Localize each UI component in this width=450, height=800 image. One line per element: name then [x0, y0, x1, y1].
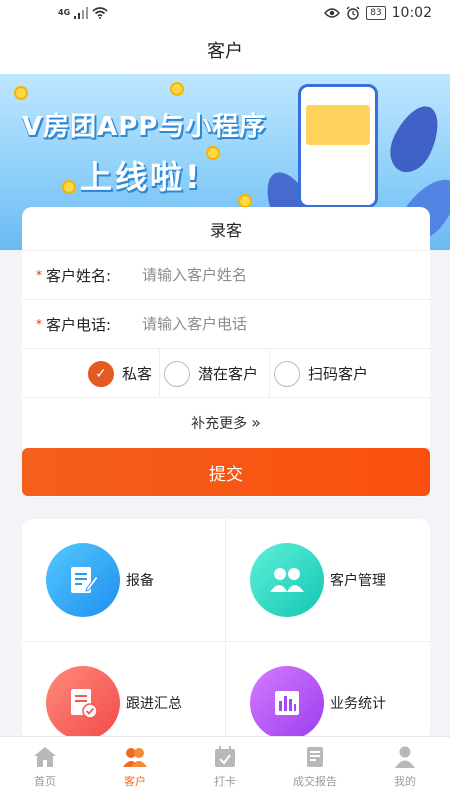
- status-bar: 4G 83 10:02: [0, 0, 450, 26]
- radio-scan-customer[interactable]: 扫码客户: [274, 349, 368, 398]
- form-title: 录客: [22, 207, 430, 251]
- report-icon: [46, 543, 120, 617]
- stats-icon: [250, 666, 324, 740]
- customer-phone-input[interactable]: [142, 315, 382, 333]
- tab-customer[interactable]: 客户: [90, 737, 180, 800]
- page-title: 客户: [207, 41, 243, 62]
- banner-headline: V房团APP与小程序: [22, 112, 267, 142]
- customer-type-group: ✓ 私客 潜在客户 扫码客户: [22, 349, 430, 398]
- status-right: 83 10:02: [324, 5, 432, 21]
- divider: [269, 349, 270, 398]
- battery-level: 83: [366, 6, 386, 20]
- checked-icon: ✓: [88, 360, 114, 387]
- deal-report-icon: [307, 747, 323, 767]
- coin-decoration: [170, 82, 184, 96]
- more-label: 补充更多: [191, 415, 248, 432]
- required-mark: *: [36, 317, 42, 331]
- home-icon: [34, 747, 56, 767]
- network-type: 4G: [58, 8, 71, 17]
- profile-icon: [395, 746, 415, 768]
- customer-manage-icon: [250, 543, 324, 617]
- coin-decoration: [14, 86, 28, 100]
- tab-label: 我的: [394, 775, 416, 788]
- status-left: 4G: [58, 7, 108, 19]
- menu-label: 跟进汇总: [126, 696, 182, 712]
- tab-profile[interactable]: 我的: [360, 737, 450, 800]
- signal-icon: [74, 7, 89, 19]
- tab-label: 打卡: [214, 775, 236, 788]
- phone-screen-illustration: [306, 105, 370, 145]
- checkin-icon: [215, 746, 235, 767]
- required-mark: *: [36, 268, 42, 282]
- clock: 10:02: [391, 5, 432, 21]
- menu-label: 报备: [126, 573, 154, 589]
- more-info-link[interactable]: 补充更多 »: [22, 398, 430, 447]
- radio-private-customer[interactable]: ✓ 私客: [88, 349, 152, 398]
- tab-label: 客户: [124, 775, 146, 788]
- name-row: * 客户姓名:: [22, 251, 430, 300]
- unchecked-icon: [164, 360, 190, 387]
- radio-label: 扫码客户: [308, 365, 369, 383]
- radio-label: 潜在客户: [198, 365, 259, 383]
- radio-label: 私客: [122, 365, 153, 383]
- tab-label: 首页: [34, 775, 56, 788]
- tab-deal-report[interactable]: 成交报告: [270, 737, 360, 800]
- page-header: 客户: [0, 26, 450, 74]
- customer-icon: [123, 748, 147, 767]
- menu-item-stats[interactable]: 业务统计: [226, 642, 430, 740]
- phone-row: * 客户电话:: [22, 300, 430, 349]
- tab-label: 成交报告: [293, 775, 337, 788]
- divider: [159, 349, 160, 398]
- unchecked-icon: [274, 360, 300, 387]
- tab-checkin[interactable]: 打卡: [180, 737, 270, 800]
- followup-icon: [46, 666, 120, 740]
- coin-decoration: [206, 146, 220, 160]
- menu-item-customer-manage[interactable]: 客户管理: [226, 519, 430, 641]
- eye-icon: [324, 8, 341, 18]
- menu-item-followup[interactable]: 跟进汇总: [22, 642, 226, 740]
- bottom-tab-bar: 首页 客户 打卡 成交报告 我的: [0, 736, 450, 800]
- customer-name-input[interactable]: [142, 266, 382, 284]
- wifi-icon: [92, 7, 108, 19]
- alarm-icon: [346, 6, 360, 20]
- tab-home[interactable]: 首页: [0, 737, 90, 800]
- coin-decoration: [62, 180, 76, 194]
- menu-item-report[interactable]: 报备: [22, 519, 226, 641]
- phone-label: 客户电话:: [46, 315, 112, 334]
- double-chevron-right-icon: »: [251, 413, 261, 432]
- banner-subheadline: 上线啦!: [80, 158, 203, 196]
- leaf-decoration: [382, 98, 448, 180]
- phone-illustration: [298, 84, 378, 208]
- radio-potential-customer[interactable]: 潜在客户: [164, 349, 258, 398]
- name-label: 客户姓名:: [46, 266, 112, 285]
- menu-label: 业务统计: [330, 696, 386, 712]
- submit-button[interactable]: 提交: [22, 448, 430, 496]
- function-menu: 报备 客户管理 跟进汇总 业务统计: [22, 519, 430, 740]
- menu-label: 客户管理: [330, 573, 386, 589]
- coin-decoration: [238, 194, 252, 208]
